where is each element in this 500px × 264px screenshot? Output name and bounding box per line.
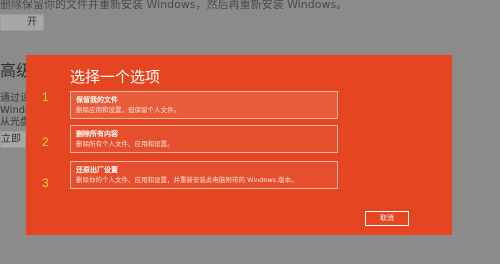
background-top-text: 删除保留你的文件并重新安装 Windows，然后再重新安装 Windows。 xyxy=(0,0,348,11)
cancel-button[interactable]: 取消 xyxy=(365,211,409,226)
dialog-title: 选择一个选项 xyxy=(70,68,161,86)
option-number: 1 xyxy=(42,90,49,104)
option-title: 保留我的文件 xyxy=(76,96,118,104)
option-number: 3 xyxy=(42,176,49,190)
option-remove-everything[interactable]: 删除所有内容 删除所有个人文件、应用和设置。 xyxy=(70,125,338,153)
background-start-button[interactable]: 开始 xyxy=(0,14,44,31)
option-description: 删除你的个人文件、应用和设置，并重新安装此电脑附带的 Windows 版本。 xyxy=(76,176,298,184)
option-description: 删除应用和设置，但保留个人文件。 xyxy=(76,106,180,114)
option-title: 删除所有内容 xyxy=(76,130,118,138)
option-description: 删除所有个人文件、应用和设置。 xyxy=(76,140,174,148)
background-restart-button[interactable]: 立即重启 xyxy=(0,131,26,148)
option-number: 2 xyxy=(42,135,49,149)
option-title: 还原出厂设置 xyxy=(76,166,118,174)
choose-option-dialog: 选择一个选项 1 保留我的文件 删除应用和设置，但保留个人文件。 2 删除所有内… xyxy=(26,55,452,235)
option-restore-factory[interactable]: 还原出厂设置 删除你的个人文件、应用和设置，并重新安装此电脑附带的 Window… xyxy=(70,161,338,189)
option-keep-files[interactable]: 保留我的文件 删除应用和设置，但保留个人文件。 xyxy=(70,91,338,119)
